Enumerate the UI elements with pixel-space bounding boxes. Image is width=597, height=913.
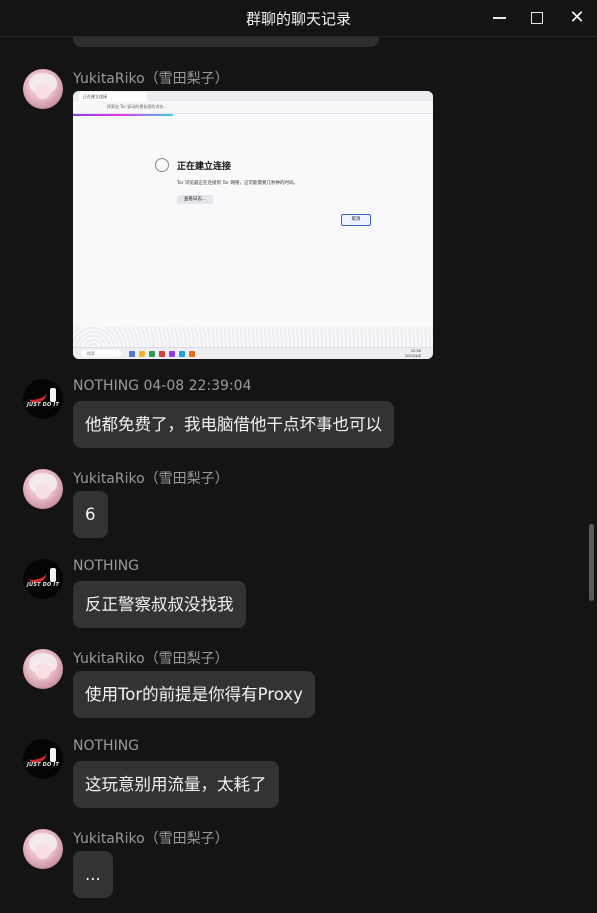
title-bar: 群聊的聊天记录 ✕	[0, 0, 597, 37]
message-bubble[interactable]: 他都免费了，我电脑借他干点坏事也可以	[73, 401, 394, 448]
avatar[interactable]	[23, 69, 63, 109]
taskbar: 搜索 22:38 2023/4/8	[73, 347, 433, 359]
app-icon	[159, 351, 165, 357]
maximize-button[interactable]	[525, 6, 549, 30]
avatar[interactable]: JUST DO IT	[23, 379, 63, 419]
sender-name: YukitaRiko（雪田梨子）	[73, 471, 229, 487]
app-icon	[129, 351, 135, 357]
app-icon	[169, 351, 175, 357]
browser-tab: 正在建立连接	[79, 92, 147, 101]
minimize-icon	[492, 17, 506, 19]
close-button[interactable]: ✕	[565, 6, 589, 30]
view-log-button: 查看日志...	[177, 195, 213, 204]
image-message[interactable]: 正在建立连接 探索由 Tor 驱动的更私密的浏览... 正在建立连接 Tor 浏…	[73, 91, 433, 359]
cancel-button: 取消	[341, 214, 371, 226]
message-bubble[interactable]: 6	[73, 491, 108, 538]
message-bubble[interactable]: ...	[73, 851, 113, 898]
sender-name: NOTHING	[73, 558, 140, 574]
app-icon	[139, 351, 145, 357]
avatar[interactable]	[23, 829, 63, 869]
connection-description: Tor 浏览器正在连接到 Tor 网络，这可能需要几秒钟的时间。	[177, 181, 298, 186]
browser-tabs: 正在建立连接	[73, 91, 433, 101]
sender-name: YukitaRiko（雪田梨子）	[73, 831, 229, 847]
message-bubble-partial[interactable]	[73, 37, 379, 47]
avatar[interactable]	[23, 469, 63, 509]
taskbar-search: 搜索	[81, 350, 121, 357]
app-icon	[179, 351, 185, 357]
url-text: 探索由 Tor 驱动的更私密的浏览...	[107, 104, 168, 109]
loading-progress	[73, 114, 173, 116]
sender-name: NOTHING	[73, 738, 140, 754]
sender-name: YukitaRiko（雪田梨子）	[73, 651, 229, 667]
maximize-icon	[531, 12, 543, 24]
avatar[interactable]: JUST DO IT	[23, 739, 63, 779]
close-icon: ✕	[569, 7, 585, 28]
fingerprint-icon	[155, 158, 169, 172]
sender-name: NOTHING 04-08 22:39:04	[73, 378, 252, 394]
avatar[interactable]	[23, 649, 63, 689]
decorative-pattern	[73, 327, 433, 347]
message-bubble[interactable]: 这玩意别用流量，太耗了	[73, 761, 279, 808]
clock-date: 2023/4/8	[405, 354, 421, 358]
scrollbar-thumb[interactable]	[589, 524, 594, 601]
minimize-button[interactable]	[487, 6, 511, 30]
app-icon	[149, 351, 155, 357]
browser-urlbar: 探索由 Tor 驱动的更私密的浏览...	[73, 101, 433, 114]
chat-history[interactable]: YukitaRiko（雪田梨子） 正在建立连接 探索由 Tor 驱动的更私密的浏…	[0, 37, 597, 913]
connection-heading: 正在建立连接	[177, 162, 232, 172]
message-bubble[interactable]: 反正警察叔叔没找我	[73, 581, 246, 628]
app-icon	[189, 351, 195, 357]
taskbar-clock: 22:38 2023/4/8	[405, 349, 421, 359]
sender-name: YukitaRiko（雪田梨子）	[73, 71, 229, 87]
message-bubble[interactable]: 使用Tor的前提是你得有Proxy	[73, 671, 315, 718]
avatar[interactable]: JUST DO IT	[23, 559, 63, 599]
